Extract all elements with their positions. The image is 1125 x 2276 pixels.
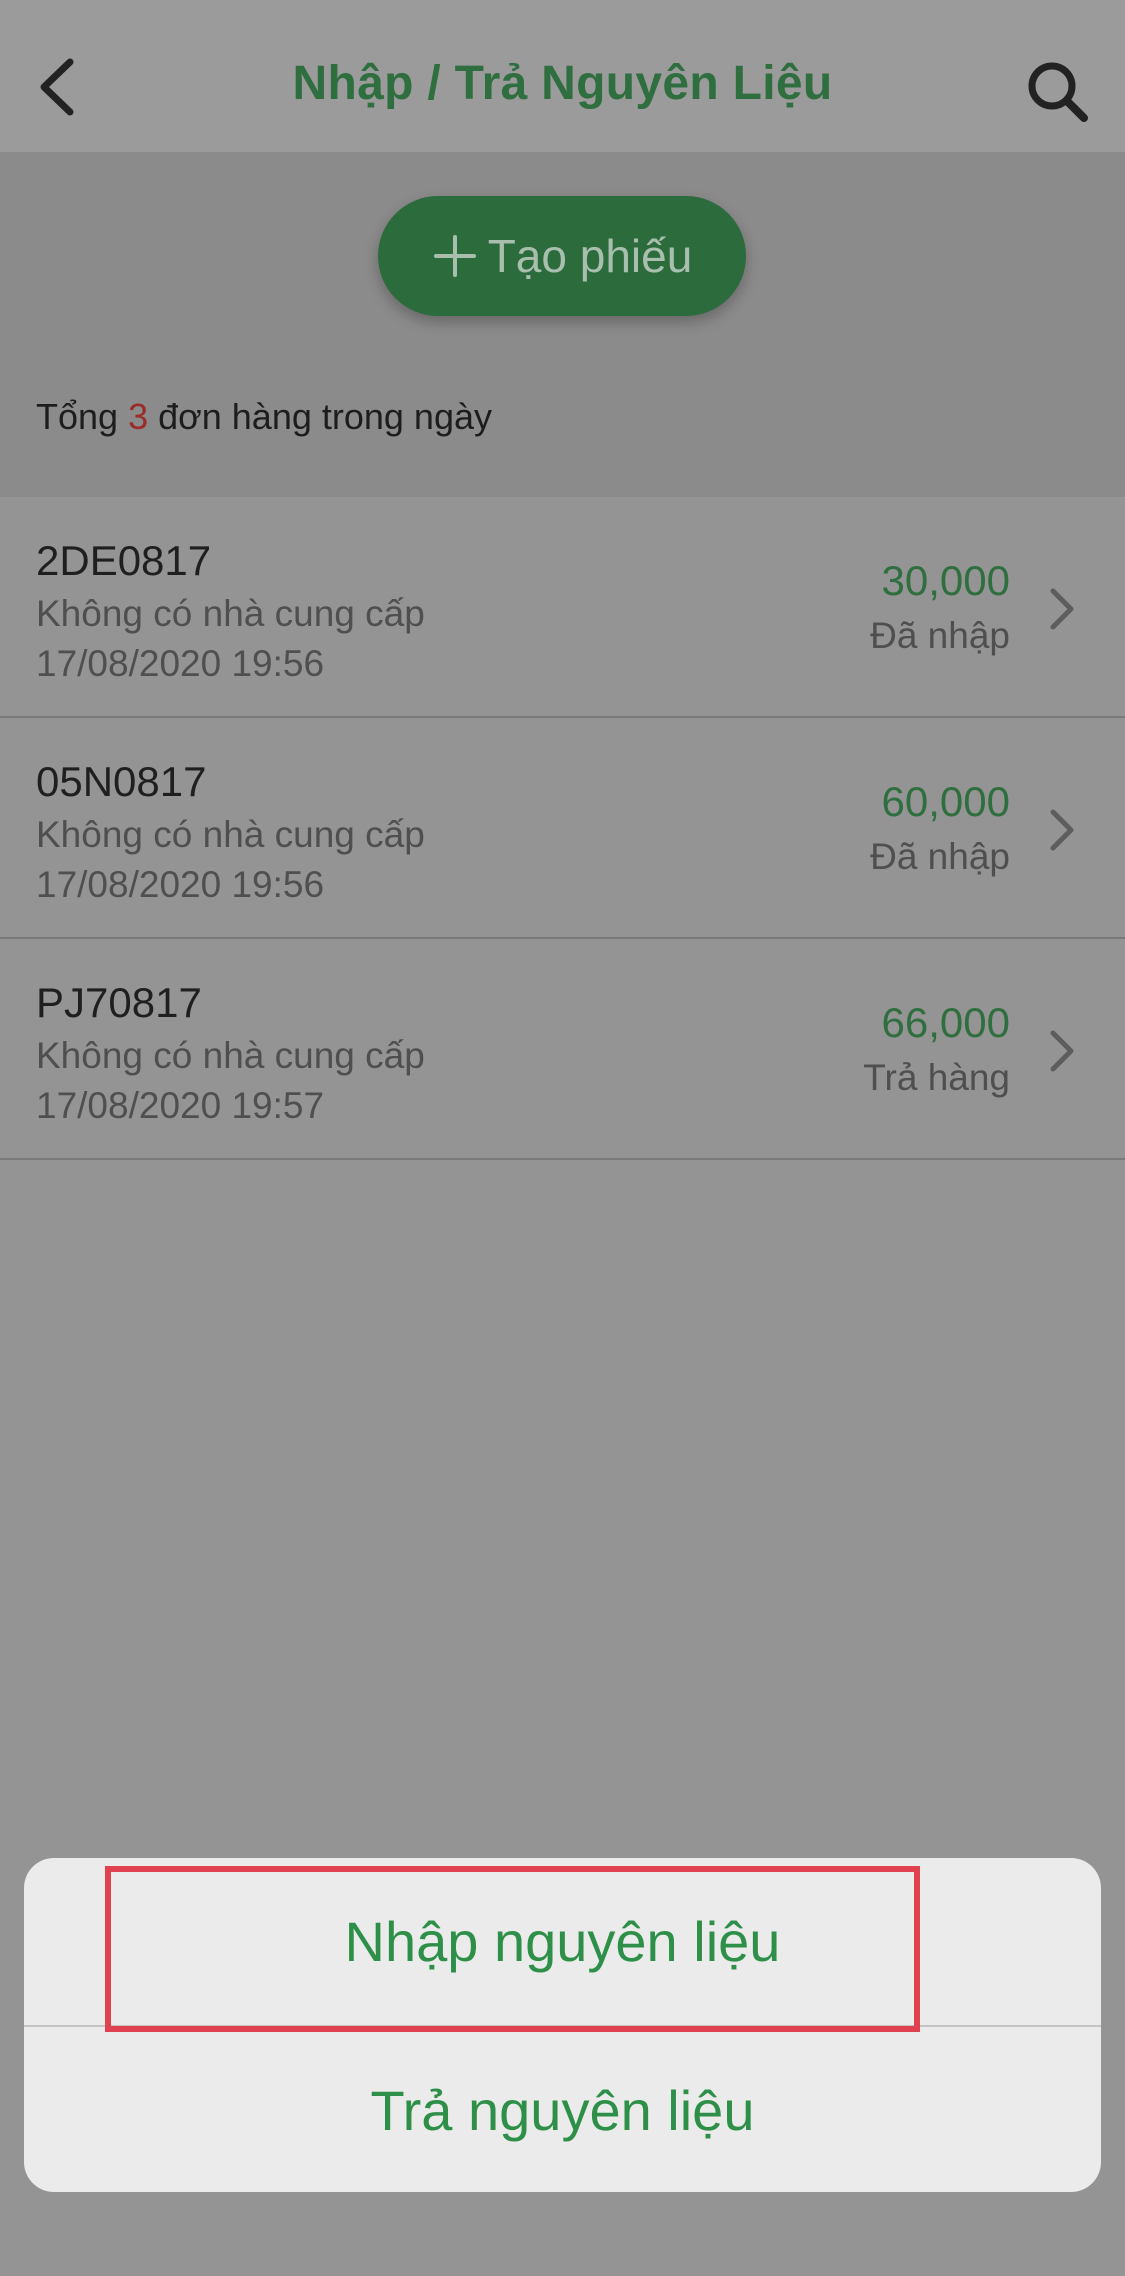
highlight-box [105, 1866, 920, 2032]
summary-prefix: Tổng [36, 396, 119, 437]
order-row[interactable]: PJ70817 Không có nhà cung cấp 17/08/2020… [0, 939, 1125, 1160]
summary-suffix: đơn hàng trong ngày [158, 396, 492, 437]
order-supplier: Không có nhà cung cấp [36, 1035, 425, 1076]
order-code: PJ70817 [36, 979, 202, 1026]
order-count: 3 [128, 396, 149, 437]
order-row[interactable]: 05N0817 Không có nhà cung cấp 17/08/2020… [0, 718, 1125, 939]
chevron-right-icon [1050, 1030, 1074, 1072]
order-amount: 60,000 [881, 778, 1010, 825]
order-time: 17/08/2020 19:56 [36, 643, 325, 684]
order-supplier: Không có nhà cung cấp [36, 814, 425, 855]
search-icon[interactable] [1022, 56, 1092, 126]
chevron-right-icon [1050, 588, 1074, 630]
daily-summary: Tổng 3 đơn hàng trong ngày [36, 396, 492, 438]
chevron-right-icon [1050, 809, 1074, 851]
order-supplier: Không có nhà cung cấp [36, 593, 425, 634]
order-status: Đã nhập [870, 836, 1010, 877]
order-list: 2DE0817 Không có nhà cung cấp 17/08/2020… [0, 497, 1125, 1160]
app-header: Nhập / Trả Nguyên Liệu [0, 0, 1125, 152]
order-amount: 66,000 [881, 999, 1010, 1046]
order-code: 05N0817 [36, 758, 207, 805]
order-time: 17/08/2020 19:56 [36, 864, 325, 905]
create-ticket-button[interactable]: Tạo phiếu [378, 196, 746, 316]
order-code: 2DE0817 [36, 537, 212, 584]
create-ticket-label: Tạo phiếu [487, 230, 693, 282]
order-row[interactable]: 2DE0817 Không có nhà cung cấp 17/08/2020… [0, 497, 1125, 718]
return-material-option[interactable]: Trả nguyên liệu [24, 2025, 1101, 2192]
page-title: Nhập / Trả Nguyên Liệu [292, 57, 833, 110]
order-status: Trả hàng [863, 1057, 1010, 1098]
order-time: 17/08/2020 19:57 [36, 1085, 325, 1126]
plus-icon [433, 235, 476, 277]
order-status: Đã nhập [870, 615, 1010, 656]
order-amount: 30,000 [881, 557, 1010, 604]
